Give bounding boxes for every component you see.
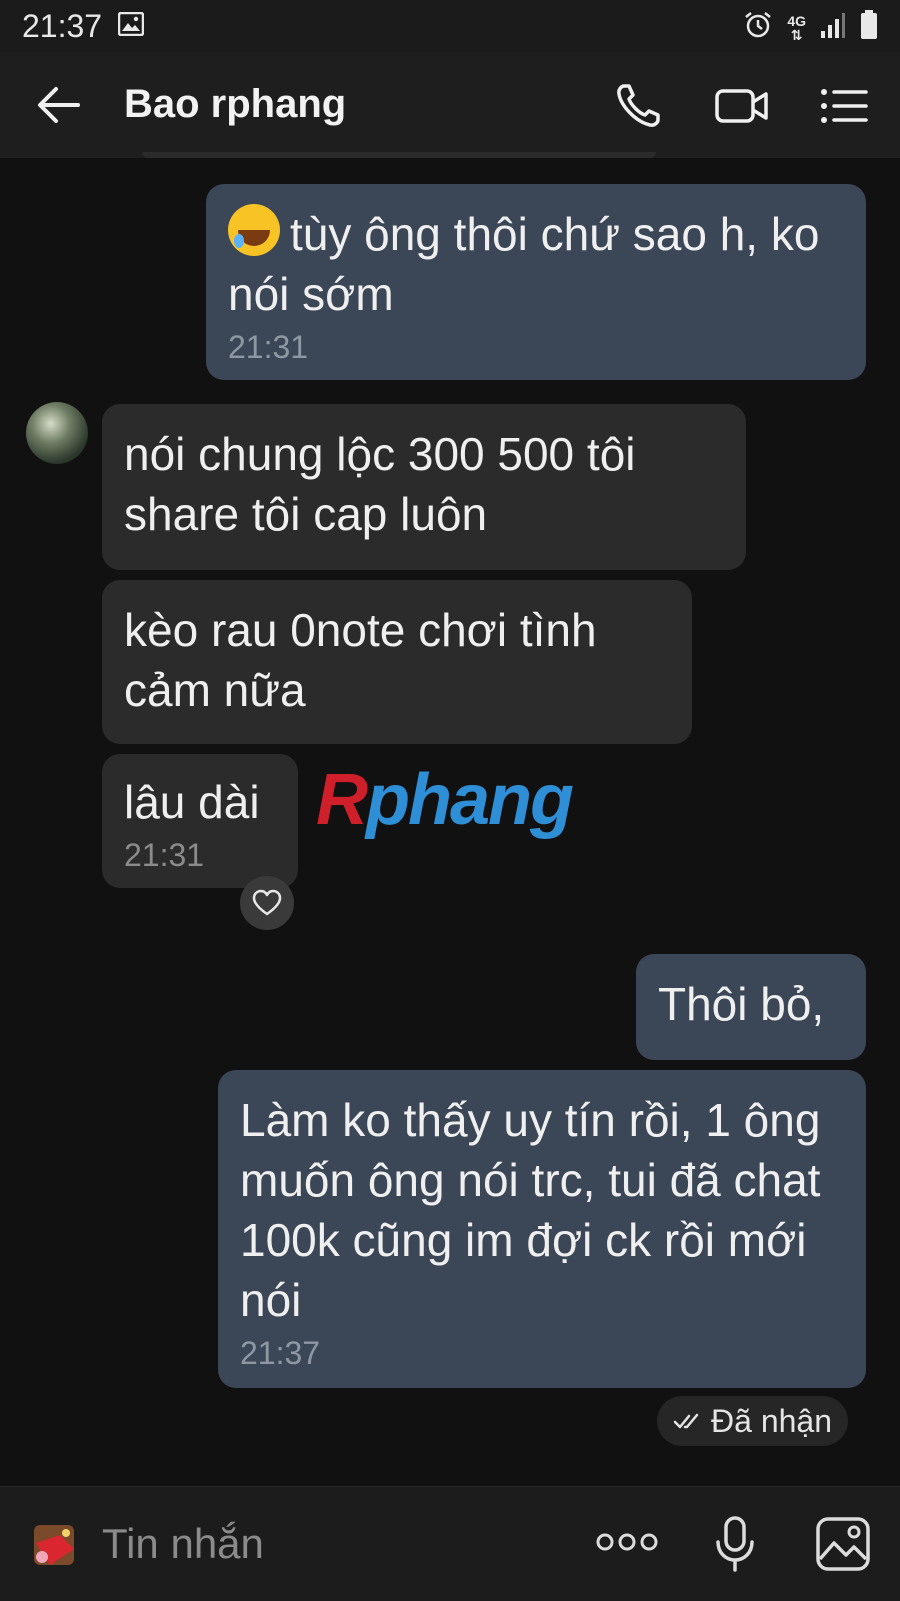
outgoing-message[interactable]: tùy ông thôi chứ sao h, ko nói sớm 21:31 [206, 184, 866, 380]
chat-options-button[interactable] [818, 80, 874, 132]
chat-header: Bao rphang [0, 52, 900, 158]
incoming-message[interactable]: lâu dài 21:31 [102, 754, 298, 888]
voice-message-button[interactable] [712, 1515, 758, 1573]
rolling-laughing-emoji-icon [228, 204, 280, 256]
message-text: tùy ông thôi chứ sao h, ko nói sớm [228, 208, 820, 320]
list-menu-icon [821, 89, 868, 123]
network-type: 4G ⇅ [787, 12, 806, 43]
watermark-logo: Rphang [316, 760, 574, 840]
react-heart-button[interactable] [240, 876, 294, 930]
message-time: 21:31 [124, 837, 205, 873]
message-text: Thôi bỏ, [658, 978, 825, 1030]
sticker-icon [34, 1525, 74, 1565]
message-time: 21:37 [240, 1335, 321, 1371]
more-options-button[interactable] [596, 1527, 658, 1557]
status-time: 21:37 [22, 8, 103, 44]
delivery-status-text: Đã nhận [711, 1402, 832, 1439]
more-dots-icon [596, 1533, 658, 1551]
voice-call-button[interactable] [612, 80, 668, 132]
message-time: 21:31 [228, 329, 309, 365]
message-text: Làm ko thấy uy tín rồi, 1 ông muốn ông n… [240, 1094, 821, 1326]
gallery-notification-icon [117, 11, 145, 41]
alarm-icon [743, 10, 773, 45]
status-bar: 21:37 4G ⇅ [0, 0, 900, 52]
incoming-message[interactable]: nói chung lộc 300 500 tôi share tôi cap … [102, 404, 746, 570]
incoming-message[interactable]: kèo rau 0note chơi tình cảm nữa [102, 580, 692, 744]
delivery-status: Đã nhận [657, 1396, 848, 1446]
message-composer [0, 1486, 900, 1601]
phone-icon [617, 84, 660, 127]
previous-message-edge [142, 152, 656, 158]
microphone-icon [716, 1516, 754, 1572]
status-icons: 4G ⇅ [743, 10, 878, 45]
heart-icon [252, 889, 282, 916]
video-call-button[interactable] [714, 80, 770, 132]
send-image-button[interactable] [814, 1515, 872, 1573]
back-arrow-icon [38, 87, 80, 123]
contact-name[interactable]: Bao rphang [124, 82, 346, 127]
back-button[interactable] [34, 82, 84, 128]
outgoing-message[interactable]: Làm ko thấy uy tín rồi, 1 ông muốn ông n… [218, 1070, 866, 1388]
message-text: nói chung lộc 300 500 tôi share tôi cap … [124, 428, 636, 540]
double-check-icon [673, 1413, 699, 1429]
video-camera-icon [715, 89, 768, 123]
message-text: lâu dài [124, 776, 260, 828]
signal-icon [820, 11, 846, 44]
sticker-button[interactable] [30, 1523, 80, 1569]
contact-avatar[interactable] [26, 402, 88, 464]
battery-icon [860, 10, 878, 45]
image-gallery-icon [816, 1517, 870, 1571]
message-input[interactable] [100, 1513, 544, 1575]
message-text: kèo rau 0note chơi tình cảm nữa [124, 604, 597, 716]
outgoing-message[interactable]: Thôi bỏ, [636, 954, 866, 1060]
